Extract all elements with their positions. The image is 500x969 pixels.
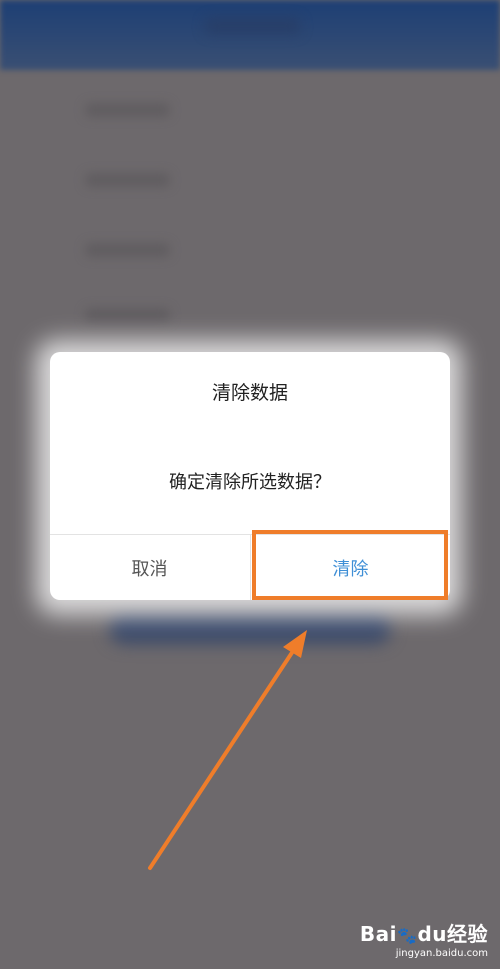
- baidu-jingyan-watermark: Bai🐾du经验 jingyan.baidu.com: [360, 918, 488, 959]
- pointer-arrow-icon: [148, 630, 307, 870]
- paw-icon: 🐾: [397, 926, 418, 945]
- watermark-logo-left: Bai: [359, 922, 398, 946]
- watermark-url: jingyan.baidu.com: [395, 948, 488, 959]
- watermark-logo-du: du: [417, 922, 447, 946]
- watermark-logo: Bai🐾du经验: [360, 918, 488, 947]
- watermark-logo-right: 经验: [447, 922, 488, 946]
